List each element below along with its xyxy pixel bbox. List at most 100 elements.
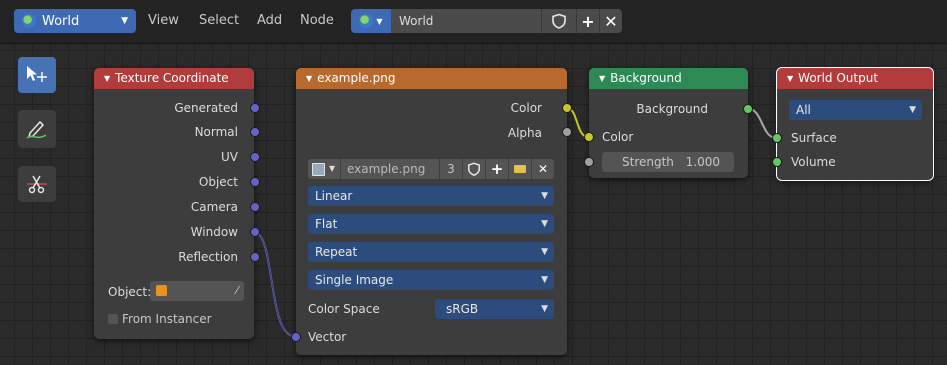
unlink-image-button[interactable]: ✕	[532, 159, 554, 179]
menu-add[interactable]: Add	[257, 9, 282, 33]
browse-image-button[interactable]: ▼	[308, 159, 340, 179]
new-image-button[interactable]: +	[486, 159, 508, 179]
plus-icon: +	[581, 11, 595, 31]
node-title: example.png	[317, 71, 396, 85]
output-uv-label: UV	[221, 150, 238, 164]
image-texture-header[interactable]: ▼ example.png	[296, 68, 567, 89]
collapse-triangle-icon[interactable]: ▼	[599, 68, 605, 89]
output-color-label: Color	[510, 101, 542, 115]
node-title: World Output	[798, 71, 879, 85]
folder-icon	[514, 165, 526, 173]
input-surface-label: Surface	[791, 131, 837, 145]
new-world-button[interactable]: +	[576, 9, 599, 33]
plus-icon: +	[490, 160, 504, 178]
background-header[interactable]: ▼ Background	[589, 68, 748, 89]
from-instancer-checkbox[interactable]	[108, 314, 118, 324]
chevron-down-icon: ▼	[121, 16, 128, 26]
texture-coordinate-node[interactable]: ▼ Texture Coordinate Generated Normal UV …	[94, 68, 260, 339]
object-field[interactable]: ⁄	[150, 281, 244, 301]
socket-window[interactable]	[250, 227, 260, 237]
output-reflection-label: Reflection	[178, 250, 238, 264]
chevron-down-icon: ▼	[541, 219, 548, 229]
output-normal-label: Normal	[194, 125, 238, 139]
socket-normal[interactable]	[250, 127, 260, 137]
fake-user-button[interactable]	[541, 9, 576, 33]
render-target-value: All	[796, 103, 811, 117]
editor-type-selector[interactable]: World ▼	[14, 9, 136, 33]
image-users-count: 3	[440, 159, 462, 179]
color-space-value: sRGB	[446, 302, 479, 316]
image-datablock-selector: ▼ example.png 3 + ✕	[308, 159, 554, 179]
socket-color-out[interactable]	[562, 103, 572, 113]
link-window-to-vector-shade	[253, 231, 295, 337]
link-window-to-vector	[253, 231, 295, 337]
socket-volume-in[interactable]	[772, 157, 782, 167]
socket-object[interactable]	[250, 177, 260, 187]
select-cursor-icon	[27, 66, 47, 82]
output-generated-label: Generated	[174, 101, 238, 115]
image-fake-user-button[interactable]	[463, 159, 485, 179]
chevron-down-icon: ▼	[909, 105, 916, 115]
select-tool-button[interactable]	[18, 57, 56, 93]
object-cube-icon	[156, 285, 167, 296]
object-field-label: Object:	[108, 285, 152, 299]
world-output-header[interactable]: ▼ World Output	[777, 68, 933, 89]
browse-world-button[interactable]: ▼	[351, 9, 391, 33]
strength-field[interactable]: Strength 1.000	[602, 152, 734, 172]
collapse-triangle-icon[interactable]: ▼	[306, 68, 312, 89]
shield-icon	[552, 13, 566, 29]
unlink-world-button[interactable]: ✕	[599, 9, 622, 33]
background-node[interactable]: ▼ Background Background Color Strength 1.…	[584, 68, 753, 178]
socket-color-in[interactable]	[584, 132, 594, 142]
output-object-label: Object	[198, 175, 238, 189]
socket-surface-in[interactable]	[772, 133, 782, 143]
menu-select[interactable]: Select	[199, 9, 239, 33]
world-name-field[interactable]: World	[391, 9, 541, 33]
socket-strength-in[interactable]	[584, 157, 594, 167]
socket-alpha-out[interactable]	[562, 127, 572, 137]
extension-dropdown[interactable]: Repeat ▼	[308, 242, 554, 262]
source-value: Single Image	[315, 273, 394, 287]
output-alpha-label: Alpha	[507, 126, 542, 140]
source-dropdown[interactable]: Single Image ▼	[308, 270, 554, 290]
socket-background-out[interactable]	[743, 104, 753, 114]
eyedropper-icon[interactable]: ⁄	[236, 281, 238, 301]
chevron-down-icon: ▼	[541, 275, 548, 285]
interpolation-value: Linear	[315, 189, 353, 203]
output-background-label: Background	[636, 102, 708, 116]
cut-links-tool-button[interactable]	[18, 166, 56, 202]
world-icon	[22, 14, 36, 28]
projection-dropdown[interactable]: Flat ▼	[308, 214, 554, 234]
open-image-button[interactable]	[509, 159, 531, 179]
node-canvas[interactable]: ▼ Texture Coordinate Generated Normal UV …	[0, 44, 947, 365]
projection-value: Flat	[315, 217, 338, 231]
collapse-triangle-icon[interactable]: ▼	[104, 68, 110, 89]
annotate-tool-button[interactable]	[18, 110, 56, 148]
from-instancer-label: From Instancer	[122, 312, 212, 326]
render-target-dropdown[interactable]: All ▼	[789, 100, 922, 120]
chevron-down-icon: ▼	[329, 164, 336, 173]
interpolation-dropdown[interactable]: Linear ▼	[308, 186, 554, 206]
collapse-triangle-icon[interactable]: ▼	[787, 68, 793, 89]
socket-vector-in[interactable]	[291, 332, 301, 342]
menu-view[interactable]: View	[148, 9, 179, 33]
socket-uv[interactable]	[250, 152, 260, 162]
chevron-down-icon: ▼	[541, 191, 548, 201]
strength-value: 1.000	[685, 155, 720, 169]
image-name-field[interactable]: example.png	[341, 159, 439, 179]
world-output-node[interactable]: ▼ World Output All ▼ Surface Volume	[772, 67, 934, 181]
world-datablock-selector: ▼ World + ✕	[351, 9, 622, 33]
node-title: Texture Coordinate	[115, 71, 229, 85]
socket-reflection[interactable]	[250, 252, 260, 262]
shield-icon	[468, 162, 480, 176]
annotate-pencil-icon	[26, 120, 47, 139]
menu-node[interactable]: Node	[300, 9, 334, 33]
world-icon	[359, 14, 374, 28]
socket-camera[interactable]	[250, 202, 260, 212]
link-background-to-surface	[748, 108, 777, 139]
socket-generated[interactable]	[250, 103, 260, 113]
color-space-label: Color Space	[308, 302, 380, 316]
texture-coordinate-header[interactable]: ▼ Texture Coordinate	[94, 68, 254, 89]
color-space-dropdown[interactable]: sRGB ▼	[435, 299, 554, 319]
image-texture-node[interactable]: ▼ example.png Color Alpha ▼ example.png 3…	[291, 68, 572, 355]
